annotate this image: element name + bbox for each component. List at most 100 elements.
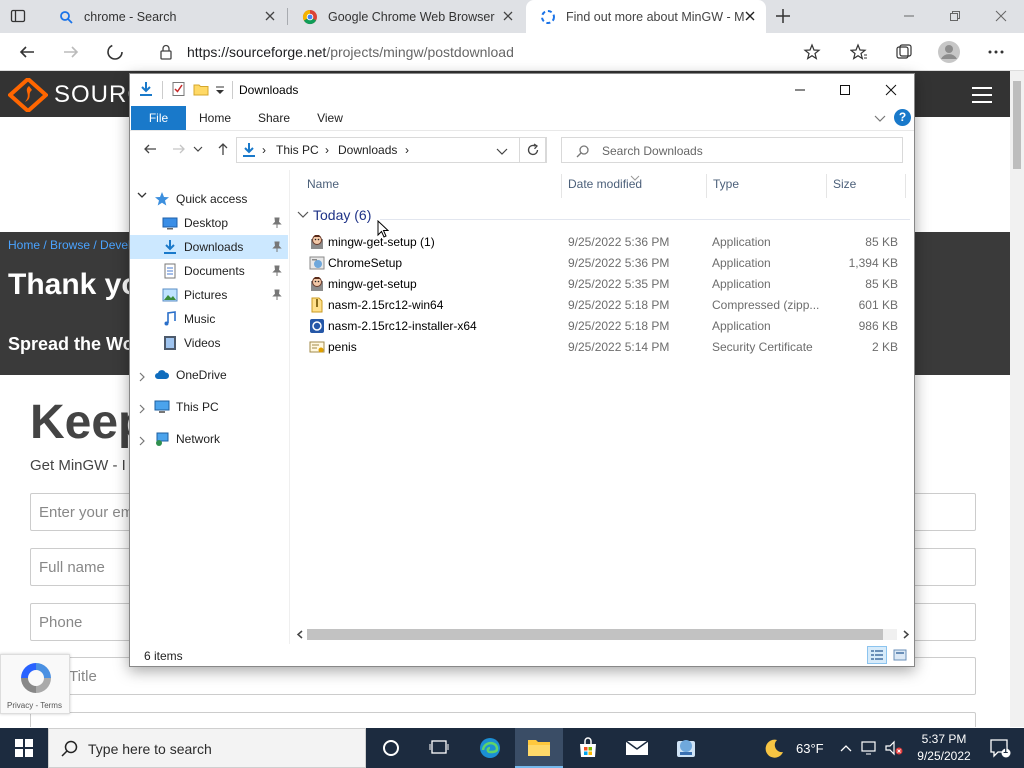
nav-network[interactable]: Network bbox=[130, 427, 288, 451]
scrollbar-thumb[interactable] bbox=[1013, 81, 1021, 169]
refresh-icon[interactable] bbox=[519, 137, 547, 163]
expand-ribbon-icon[interactable] bbox=[874, 113, 886, 127]
back-icon[interactable] bbox=[138, 137, 162, 161]
nav-this-pc[interactable]: This PC bbox=[130, 395, 288, 419]
action-center-icon[interactable]: 1 bbox=[980, 728, 1020, 768]
column-name[interactable]: Name bbox=[307, 177, 339, 199]
url-text[interactable]: https://sourceforge.net/projects/mingw/p… bbox=[187, 44, 514, 60]
chevron-right-icon[interactable]: › bbox=[405, 143, 409, 157]
forward-icon[interactable] bbox=[59, 40, 83, 64]
recaptcha-badge[interactable]: Privacy - Terms bbox=[0, 654, 70, 714]
stop-loading-icon[interactable] bbox=[103, 40, 127, 64]
explorer-titlebar[interactable]: Downloads bbox=[130, 74, 914, 106]
help-icon[interactable]: ? bbox=[894, 109, 911, 126]
chevron-down-icon[interactable] bbox=[297, 210, 309, 220]
column-separator[interactable] bbox=[826, 174, 827, 198]
favorites-icon[interactable] bbox=[847, 40, 871, 64]
close-icon[interactable] bbox=[502, 10, 514, 22]
column-separator[interactable] bbox=[905, 174, 906, 198]
tab-chrome-download[interactable]: Google Chrome Web Browser bbox=[288, 0, 524, 33]
address-bar[interactable]: https://sourceforge.net/projects/mingw/p… bbox=[147, 37, 839, 67]
tab-share[interactable]: Share bbox=[251, 106, 297, 130]
breadcrumb[interactable]: Home / Browse / Devel bbox=[8, 238, 131, 252]
pane-divider[interactable] bbox=[289, 170, 290, 644]
large-icons-view-icon[interactable] bbox=[890, 646, 910, 664]
chevron-right-icon[interactable]: › bbox=[325, 143, 329, 157]
scroll-left-icon[interactable] bbox=[295, 629, 305, 643]
file-row[interactable]: penis 9/25/2022 5:14 PM Security Certifi… bbox=[305, 336, 905, 357]
pin-icon[interactable] bbox=[272, 265, 282, 280]
menu-more-icon[interactable] bbox=[984, 40, 1008, 64]
address-history-icon[interactable] bbox=[496, 146, 508, 160]
collections-icon[interactable] bbox=[892, 40, 916, 64]
task-view-icon[interactable] bbox=[415, 728, 463, 768]
tab-actions-icon[interactable] bbox=[10, 8, 26, 24]
breadcrumb-this-pc[interactable]: This PC bbox=[276, 143, 319, 157]
volume-muted-icon[interactable] bbox=[883, 728, 905, 768]
add-favorite-icon[interactable] bbox=[800, 40, 824, 64]
nav-music[interactable]: Music bbox=[130, 307, 288, 331]
horizontal-scrollbar[interactable] bbox=[293, 627, 913, 642]
column-type[interactable]: Type bbox=[713, 177, 739, 199]
maximize-icon[interactable] bbox=[827, 78, 863, 102]
file-row[interactable]: ChromeSetup 9/25/2022 5:36 PM Applicatio… bbox=[305, 252, 905, 273]
pin-icon[interactable] bbox=[272, 217, 282, 232]
recent-locations-icon[interactable] bbox=[191, 137, 205, 161]
breadcrumb-downloads[interactable]: Downloads bbox=[338, 143, 397, 157]
nav-desktop[interactable]: Desktop bbox=[130, 211, 288, 235]
column-date-modified[interactable]: Date modified bbox=[568, 177, 642, 199]
forward-icon[interactable] bbox=[167, 137, 191, 161]
page-scrollbar[interactable] bbox=[1010, 71, 1024, 727]
file-explorer-icon[interactable] bbox=[515, 728, 563, 768]
avatar[interactable] bbox=[937, 40, 961, 64]
column-separator[interactable] bbox=[561, 174, 562, 198]
minimize-icon[interactable] bbox=[782, 78, 818, 102]
lock-icon[interactable] bbox=[159, 44, 173, 63]
file-row[interactable]: mingw-get-setup 9/25/2022 5:35 PM Applic… bbox=[305, 273, 905, 294]
restore-icon[interactable] bbox=[940, 4, 970, 28]
pin-icon[interactable] bbox=[272, 289, 282, 304]
nav-quick-access[interactable]: Quick access bbox=[130, 187, 288, 211]
tab-home[interactable]: Home bbox=[194, 106, 236, 130]
close-icon[interactable] bbox=[744, 10, 756, 22]
column-size[interactable]: Size bbox=[833, 177, 856, 199]
back-icon[interactable] bbox=[15, 40, 39, 64]
group-header-today[interactable]: Today (6) bbox=[297, 207, 371, 223]
minimize-icon[interactable] bbox=[894, 4, 924, 28]
mail-icon[interactable] bbox=[613, 728, 661, 768]
nav-videos[interactable]: Videos bbox=[130, 331, 288, 355]
scrollbar-thumb[interactable] bbox=[307, 629, 883, 640]
customize-toolbar-icon[interactable] bbox=[214, 81, 230, 97]
nav-pictures[interactable]: Pictures bbox=[130, 283, 288, 307]
scroll-right-icon[interactable] bbox=[901, 629, 911, 643]
clock-date[interactable]: 9/25/2022 bbox=[914, 749, 974, 763]
chevron-right-icon[interactable]: › bbox=[262, 143, 266, 157]
column-separator[interactable] bbox=[706, 174, 707, 198]
app-installer-icon[interactable] bbox=[662, 728, 710, 768]
search-input[interactable]: Search Downloads bbox=[561, 137, 903, 163]
close-icon[interactable] bbox=[264, 10, 276, 22]
file-row[interactable]: mingw-get-setup (1) 9/25/2022 5:36 PM Ap… bbox=[305, 231, 905, 252]
close-icon[interactable] bbox=[873, 78, 909, 102]
site-logo[interactable]: SOURC bbox=[8, 78, 146, 112]
new-folder-icon[interactable] bbox=[193, 81, 209, 97]
nav-documents[interactable]: Documents bbox=[130, 259, 288, 283]
weather-moon-icon[interactable] bbox=[752, 728, 796, 768]
close-window-icon[interactable] bbox=[986, 4, 1016, 28]
tab-file[interactable]: File bbox=[131, 106, 186, 130]
clock-time[interactable]: 5:37 PM bbox=[914, 732, 974, 746]
address-bar[interactable]: › This PC › Downloads › bbox=[236, 137, 546, 163]
nav-downloads[interactable]: Downloads bbox=[130, 235, 288, 259]
pin-icon[interactable] bbox=[272, 241, 282, 256]
recaptcha-links[interactable]: Privacy - Terms bbox=[7, 701, 62, 710]
tab-chrome-search[interactable]: chrome - Search bbox=[44, 0, 286, 33]
file-row[interactable]: nasm-2.15rc12-win64 9/25/2022 5:18 PM Co… bbox=[305, 294, 905, 315]
properties-icon[interactable] bbox=[171, 81, 187, 97]
nav-onedrive[interactable]: OneDrive bbox=[130, 363, 288, 387]
hamburger-menu-icon[interactable] bbox=[972, 87, 992, 108]
taskbar-search-input[interactable]: Type here to search bbox=[48, 728, 366, 768]
tab-view[interactable]: View bbox=[309, 106, 351, 130]
temperature[interactable]: 63°F bbox=[796, 741, 824, 756]
extra-field[interactable] bbox=[30, 712, 976, 727]
cortana-icon[interactable] bbox=[367, 728, 415, 768]
